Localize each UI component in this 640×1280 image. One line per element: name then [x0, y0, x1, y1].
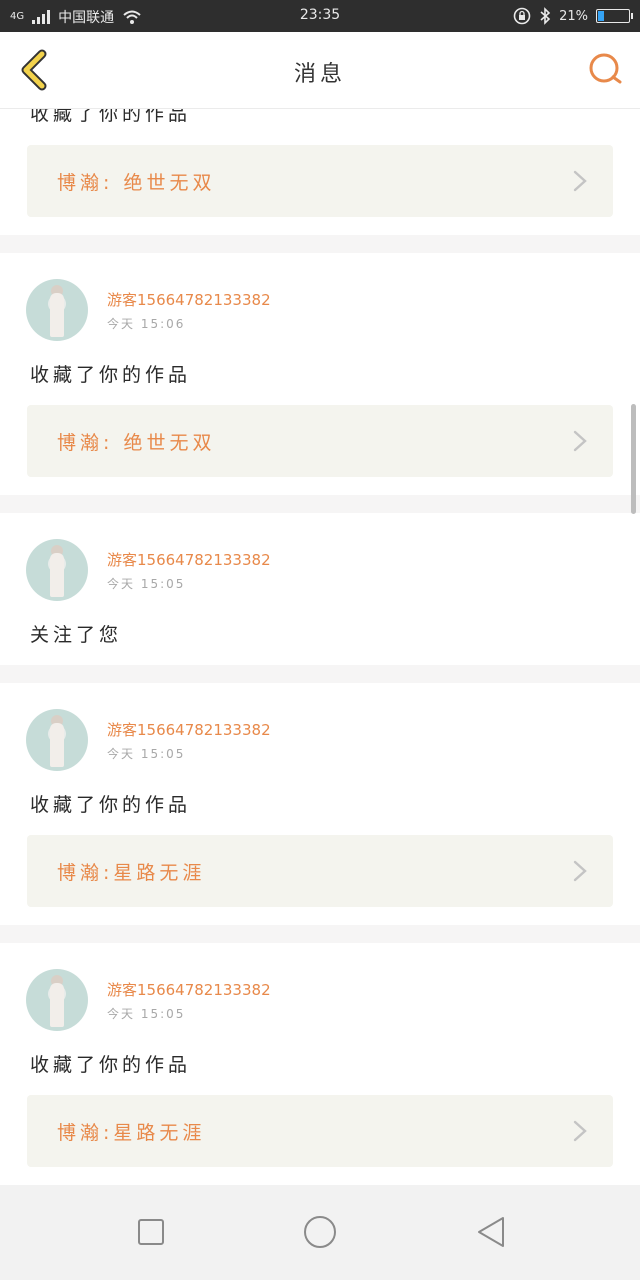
work-link[interactable]: 博瀚: 绝世无双 [27, 405, 613, 477]
message-list[interactable]: 收藏了你的作品 博瀚: 绝世无双 游客15664782133382 今天 15:… [0, 109, 640, 1185]
recent-apps-square-icon[interactable] [126, 1207, 176, 1257]
message-action: 关注了您 [30, 624, 123, 646]
chevron-right-icon [573, 860, 587, 882]
message-card: 游客15664782133382 今天 15:05 收藏了你的作品 博瀚:星路无… [0, 943, 640, 1185]
battery-icon [596, 9, 633, 23]
scrollbar[interactable] [631, 404, 636, 514]
work-title: 博瀚:星路无涯 [57, 862, 206, 884]
avatar[interactable] [26, 539, 88, 601]
rotation-lock-icon [513, 7, 531, 25]
timestamp: 今天 15:06 [107, 317, 186, 331]
username[interactable]: 游客15664782133382 [107, 979, 271, 1000]
avatar[interactable] [26, 969, 88, 1031]
timestamp: 今天 15:05 [107, 747, 186, 761]
message-card: 游客15664782133382 今天 15:05 收藏了你的作品 博瀚:星路无… [0, 683, 640, 925]
username[interactable]: 游客15664782133382 [107, 719, 271, 740]
battery-percent: 21% [559, 8, 588, 24]
page-title: 消息 [293, 62, 346, 87]
search-icon[interactable] [586, 50, 626, 90]
timestamp: 今天 15:05 [107, 1007, 186, 1021]
status-bar: 4G 中国联通 23:35 21% [0, 0, 640, 32]
work-title: 博瀚:星路无涯 [57, 1122, 206, 1144]
work-link[interactable]: 博瀚:星路无涯 [27, 835, 613, 907]
bluetooth-icon [540, 7, 551, 25]
message-card: 收藏了你的作品 博瀚: 绝世无双 [0, 109, 640, 235]
timestamp: 今天 15:05 [107, 577, 186, 591]
message-action: 收藏了你的作品 [30, 1054, 192, 1076]
status-right: 21% [513, 7, 633, 25]
back-triangle-icon[interactable] [466, 1207, 516, 1257]
chevron-right-icon [573, 1120, 587, 1142]
message-action: 收藏了你的作品 [30, 364, 192, 386]
username[interactable]: 游客15664782133382 [107, 549, 271, 570]
chevron-right-icon [573, 170, 587, 192]
message-action: 收藏了你的作品 [30, 109, 192, 125]
work-link[interactable]: 博瀚:星路无涯 [27, 1095, 613, 1167]
work-link[interactable]: 博瀚: 绝世无双 [27, 145, 613, 217]
chevron-right-icon [573, 430, 587, 452]
avatar[interactable] [26, 709, 88, 771]
username[interactable]: 游客15664782133382 [107, 289, 271, 310]
work-title: 博瀚: 绝世无双 [57, 432, 216, 454]
message-action: 收藏了你的作品 [30, 794, 192, 816]
avatar[interactable] [26, 279, 88, 341]
message-card: 游客15664782133382 今天 15:05 关注了您 [0, 513, 640, 665]
work-title: 博瀚: 绝世无双 [57, 172, 216, 194]
system-nav-bar [0, 1185, 640, 1280]
message-card: 游客15664782133382 今天 15:06 收藏了你的作品 博瀚: 绝世… [0, 253, 640, 495]
home-circle-icon[interactable] [295, 1207, 345, 1257]
app-header: 消息 [0, 32, 640, 109]
